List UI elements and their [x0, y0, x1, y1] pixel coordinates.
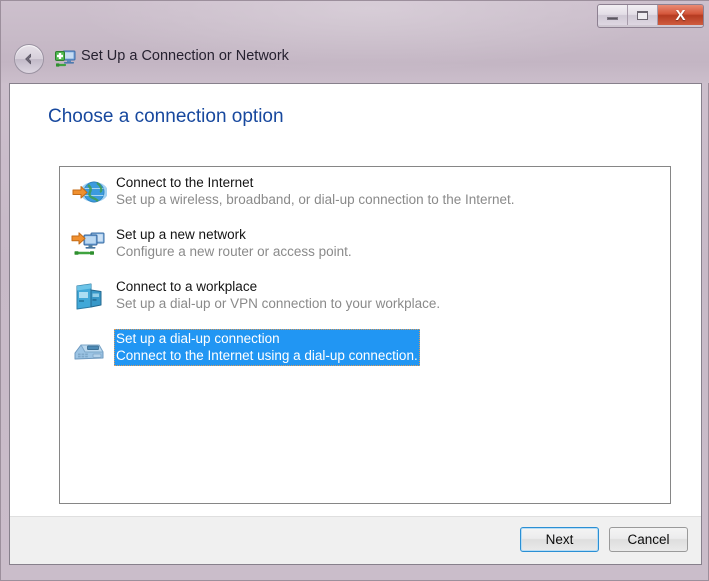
page-title: Choose a connection option: [48, 106, 284, 127]
maximize-icon: [637, 10, 648, 20]
option-connect-to-internet[interactable]: Connect to the Internet Set up a wireles…: [60, 167, 670, 219]
title-bar: X Set Up a Connection or Network: [1, 1, 709, 83]
back-button[interactable]: [14, 44, 44, 74]
option-description: Configure a new router or access point.: [116, 244, 352, 259]
cancel-button[interactable]: Cancel: [609, 527, 688, 552]
option-description: Set up a dial-up or VPN connection to yo…: [116, 296, 441, 311]
title-icon: [53, 46, 77, 70]
window-frame: X Set Up a Connection or Network Choose …: [0, 0, 709, 581]
minimize-button[interactable]: [598, 5, 628, 25]
maximize-button[interactable]: [628, 5, 658, 25]
option-text: Set up a new network Configure a new rou…: [114, 225, 354, 262]
option-text: Set up a dial-up connection Connect to t…: [114, 329, 420, 366]
option-description: Set up a wireless, broadband, or dial-up…: [116, 192, 515, 207]
window-title: Set Up a Connection or Network: [81, 48, 289, 64]
option-description: Connect to the Internet using a dial-up …: [116, 348, 418, 363]
client-area: Choose a connection option Connect to th…: [9, 83, 702, 565]
globe-arrow-icon: [68, 173, 110, 213]
option-text: Connect to a workplace Set up a dial-up …: [114, 277, 442, 314]
connection-option-list: Connect to the Internet Set up a wireles…: [59, 166, 671, 504]
option-title: Set up a new network: [116, 227, 246, 242]
back-arrow-icon: [25, 53, 31, 65]
option-set-up-new-network[interactable]: Set up a new network Configure a new rou…: [60, 219, 670, 271]
next-button[interactable]: Next: [520, 527, 599, 552]
close-icon: X: [675, 6, 686, 24]
option-connect-to-workplace[interactable]: Connect to a workplace Set up a dial-up …: [60, 271, 670, 323]
modem-fax-icon: [68, 329, 110, 369]
server-tower-icon: [68, 277, 110, 317]
close-button[interactable]: X: [658, 5, 703, 25]
monitors-arrow-icon: [68, 225, 110, 265]
footer-button-group: Next Cancel: [520, 527, 688, 552]
window-controls: X: [597, 4, 704, 28]
option-set-up-dial-up-connection[interactable]: Set up a dial-up connection Connect to t…: [60, 323, 670, 375]
option-title: Set up a dial-up connection: [116, 331, 280, 346]
minimize-icon: [607, 16, 618, 20]
option-title: Connect to a workplace: [116, 279, 258, 294]
option-title: Connect to the Internet: [116, 175, 254, 190]
dialog-footer: Next Cancel: [10, 516, 701, 564]
option-text: Connect to the Internet Set up a wireles…: [114, 173, 517, 210]
